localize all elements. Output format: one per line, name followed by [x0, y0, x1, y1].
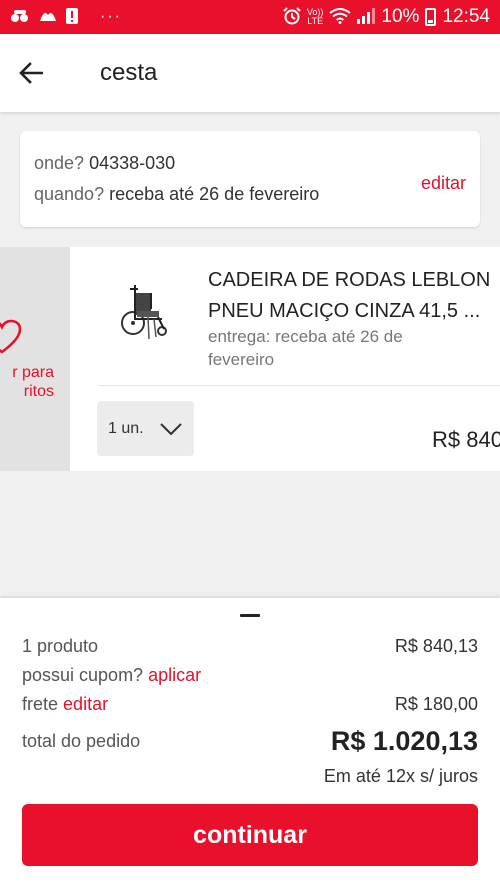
shipping-row: frete editar R$ 180,00	[22, 694, 478, 715]
signal-icon	[357, 8, 376, 26]
product-delivery-info: entrega: receba até 26 de fevereiro	[208, 327, 403, 369]
notification-icon	[38, 9, 58, 25]
where-label: onde?	[34, 153, 85, 173]
order-summary-panel: 1 produto R$ 840,13 possui cupom? aplica…	[0, 598, 500, 889]
apply-coupon-link[interactable]: aplicar	[148, 665, 201, 685]
divider	[98, 385, 500, 386]
add-to-favorites-action[interactable]: r para ritos	[0, 247, 70, 471]
products-value: R$ 840,13	[394, 636, 478, 656]
shipping-text: frete editar	[22, 694, 108, 715]
alert-icon	[66, 8, 78, 26]
battery-percent: 10%	[381, 6, 420, 27]
lte-label: LTE	[307, 16, 324, 26]
status-left: ···	[10, 8, 122, 26]
edit-delivery-link[interactable]: editar	[421, 173, 466, 194]
total-value: R$ 1.020,13	[330, 726, 478, 756]
delivery-where-row: onde? 04338-030	[34, 153, 466, 174]
status-bar: ··· Vo)) LTE 10% 12:54	[0, 0, 500, 34]
product-image[interactable]	[118, 279, 174, 343]
products-row: 1 produto R$ 840,13	[22, 636, 478, 657]
coupon-text: possui cupom? aplicar	[22, 665, 201, 686]
installments-text: Em até 12x s/ juros	[323, 766, 478, 786]
battery-icon	[425, 8, 437, 26]
volte-icon: Vo)) LTE	[307, 8, 324, 26]
when-label: quando?	[34, 184, 105, 204]
cart-item-row: r para ritos CADEIRA DE RODAS LEBLON PNE…	[0, 247, 500, 471]
notification-icon	[10, 9, 30, 25]
when-value: receba até 26 de fevereiro	[109, 184, 320, 204]
where-value: 04338-030	[89, 153, 176, 173]
product-title-line2: PNEU MACIÇO CINZA 41,5 ...	[208, 300, 481, 322]
edit-shipping-link[interactable]: editar	[63, 694, 108, 714]
heart-icon	[0, 319, 22, 354]
quantity-select[interactable]: 1 un.	[97, 401, 194, 456]
total-label: total do pedido	[22, 731, 141, 751]
status-right: Vo)) LTE 10% 12:54	[283, 6, 490, 28]
product-title-line1: CADEIRA DE RODAS LEBLON	[208, 269, 491, 291]
coupon-row: possui cupom? aplicar	[22, 665, 478, 686]
alarm-icon	[283, 7, 301, 27]
delivery-when-row: quando? receba até 26 de fevereiro	[34, 184, 466, 205]
clock: 12:54	[442, 6, 490, 27]
app-bar: cesta	[0, 34, 500, 112]
continue-button[interactable]: continuar	[22, 804, 478, 866]
product-price: R$ 840	[432, 427, 500, 452]
delivery-card: onde? 04338-030 quando? receba até 26 de…	[20, 131, 480, 227]
shipping-label: frete	[22, 694, 59, 714]
more-dots-icon: ···	[100, 8, 122, 25]
add-to-favorites-label: r para ritos	[12, 364, 54, 400]
shipping-value: R$ 180,00	[394, 694, 478, 714]
drag-handle[interactable]	[240, 614, 260, 617]
page-title: cesta	[100, 59, 158, 86]
product-title[interactable]: CADEIRA DE RODAS LEBLON PNEU MACIÇO CINZ…	[208, 265, 500, 327]
back-button[interactable]	[0, 34, 62, 112]
products-label: 1 produto	[22, 636, 99, 656]
wifi-icon	[329, 8, 352, 26]
quantity-value: 1 un.	[108, 419, 144, 437]
arrow-left-icon	[19, 62, 43, 84]
chevron-down-icon	[159, 422, 182, 435]
coupon-label: possui cupom?	[22, 665, 144, 685]
total-row: total do pedido R$ 1.020,13	[22, 726, 478, 757]
cart-item-card: CADEIRA DE RODAS LEBLON PNEU MACIÇO CINZ…	[70, 247, 500, 471]
